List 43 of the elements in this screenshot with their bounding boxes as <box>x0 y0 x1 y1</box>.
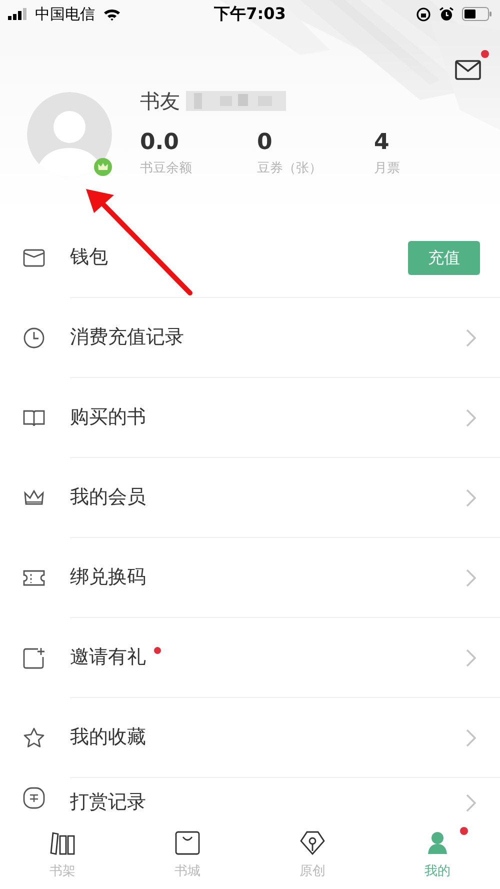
menu-item-label[interactable]: 购买的书 <box>70 403 146 432</box>
chevron-right-icon[interactable] <box>466 648 476 666</box>
tab-label: 原创 <box>300 863 326 881</box>
bookshelf-icon <box>50 830 75 855</box>
menu-item-label[interactable]: 绑兑换码 <box>70 563 146 592</box>
chevron-right-icon[interactable] <box>466 328 476 346</box>
menu-item-label[interactable]: 邀请有礼 <box>70 643 146 672</box>
stat-label: 豆券（张） <box>257 160 323 178</box>
carrier-name: 中国电信 <box>35 4 95 25</box>
stat-value: 4 <box>374 130 390 156</box>
chevron-right-icon[interactable] <box>466 568 476 586</box>
bag-icon <box>175 830 200 855</box>
menu-item-label[interactable]: 我的收藏 <box>70 723 146 752</box>
chevron-right-icon[interactable] <box>466 408 476 426</box>
wallet-icon <box>23 247 45 269</box>
tab-label: 书架 <box>50 863 76 881</box>
menu-item-label[interactable]: 消费充值记录 <box>70 323 184 352</box>
mail-icon[interactable] <box>455 60 481 80</box>
menu-item-label[interactable]: 我的会员 <box>70 483 146 512</box>
coin-icon <box>23 787 45 809</box>
person-icon <box>425 830 450 855</box>
battery-icon <box>462 7 492 21</box>
stat-label: 书豆余额 <box>140 160 193 178</box>
chevron-right-icon[interactable] <box>466 488 476 506</box>
avatar-icon <box>27 92 112 177</box>
tab-label: 我的 <box>424 863 450 881</box>
alarm-icon <box>439 6 454 22</box>
user-name: 书友 <box>140 88 180 115</box>
clock-icon <box>23 327 45 349</box>
menu-item-label[interactable]: 打赏记录 <box>70 788 146 817</box>
rotation-lock-icon <box>416 6 431 22</box>
menu-item-label[interactable]: 钱包 <box>70 243 108 272</box>
clock-time: 下午7:03 <box>214 3 286 25</box>
stat-value: 0 <box>257 130 274 156</box>
chevron-right-icon[interactable] <box>466 728 476 746</box>
star-icon <box>23 727 45 749</box>
plus-square-icon <box>23 647 45 669</box>
wifi-icon <box>103 8 121 20</box>
stat-label: 月票 <box>374 160 401 178</box>
chevron-right-icon[interactable] <box>466 794 476 812</box>
pen-nib-icon <box>300 830 325 855</box>
tab-label: 书城 <box>174 863 200 881</box>
stat-value: 0.0 <box>140 130 180 156</box>
